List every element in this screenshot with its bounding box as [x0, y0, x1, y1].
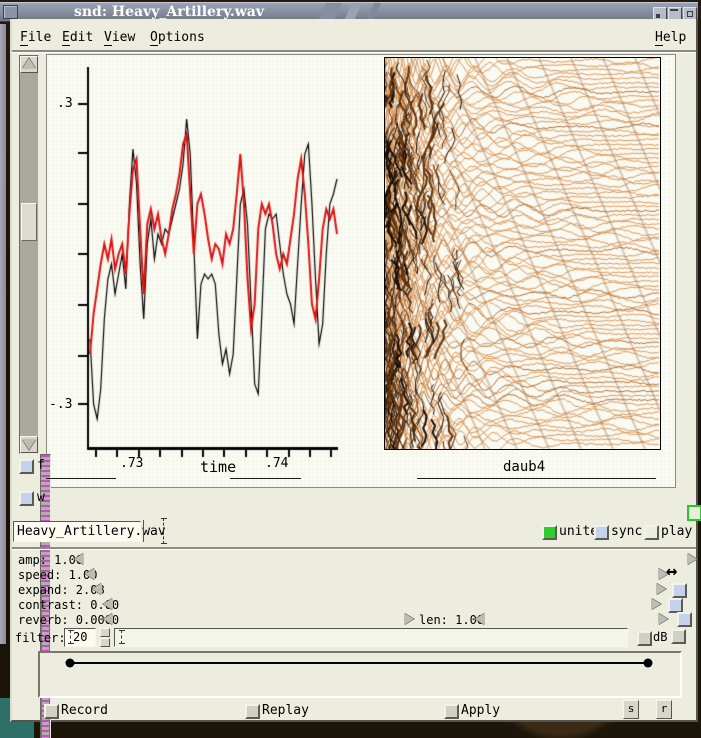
sync-label: sync: [611, 524, 642, 539]
y-tick-label-top: .3: [57, 96, 73, 111]
f-label: f: [37, 458, 45, 473]
filter-order-field[interactable]: 20: [64, 628, 96, 647]
x-axis-label: time: [200, 458, 236, 476]
vertical-scrollbar[interactable]: [19, 55, 39, 454]
menu-help[interactable]: Help: [655, 30, 686, 45]
filter-label: filter:: [15, 631, 66, 645]
apply-label: Apply: [461, 703, 500, 718]
record-label: Record: [61, 703, 108, 718]
contrast-left-arrow[interactable]: [103, 598, 113, 610]
sync-checkbox[interactable]: [594, 525, 609, 540]
amp-left-arrow[interactable]: [74, 553, 84, 565]
speed-left-arrow[interactable]: [85, 568, 95, 580]
restore-button[interactable]: r: [656, 700, 672, 719]
contrast-right-arrow[interactable]: [651, 598, 661, 610]
stop-button[interactable]: s: [623, 700, 639, 719]
reverb-left-arrow[interactable]: [103, 613, 113, 625]
apply-checkbox[interactable]: [444, 704, 459, 719]
text-cursor: [121, 630, 124, 644]
envelope-line[interactable]: [40, 653, 676, 692]
waveform-graph[interactable]: [46, 54, 378, 486]
menubar: File Edit View Options Help: [12, 24, 696, 49]
menu-edit[interactable]: Edit: [62, 30, 93, 45]
background-window-edge: [0, 24, 6, 644]
desktop: snd: Heavy_Artillery.wav File Edit View …: [0, 0, 701, 738]
filter-order-up-button[interactable]: [100, 628, 110, 637]
row-separator: [12, 547, 696, 550]
down-arrow-icon: [22, 439, 36, 450]
pane-divider[interactable]: [230, 478, 301, 479]
w-checkbox[interactable]: [19, 491, 34, 506]
contrast-checkbox[interactable]: [668, 598, 683, 613]
filter-env-field[interactable]: [114, 628, 628, 647]
menu-file[interactable]: File: [20, 30, 51, 45]
mouse-cursor-hresize-icon: ↔: [666, 560, 677, 582]
sound-name-field: Heavy_Artillery.wav: [13, 521, 141, 542]
wavelet-label: daub4: [503, 459, 545, 475]
reverb-checkbox[interactable]: [677, 612, 692, 627]
window-title: snd: Heavy_Artillery.wav: [74, 4, 264, 20]
x-tick-label-74: .74: [265, 456, 288, 471]
db-label: dB: [653, 630, 667, 644]
up-arrow-icon: [22, 58, 36, 69]
menu-view[interactable]: View: [104, 30, 135, 45]
expand-right-arrow[interactable]: [656, 583, 666, 595]
unite-label: unite: [559, 524, 598, 539]
y-tick-label-bottom: -.3: [49, 397, 72, 412]
x-tick-label-73: .73: [120, 456, 143, 471]
reverb-right-arrow[interactable]: [404, 613, 414, 625]
menubar-separator: [12, 50, 696, 53]
vertical-scroll-thumb[interactable]: [21, 203, 37, 241]
record-checkbox[interactable]: [44, 704, 59, 719]
pane-resize-grip[interactable]: [687, 505, 701, 521]
filter-order-value: 20: [73, 630, 87, 644]
text-cursor: [70, 630, 73, 644]
len-right-arrow[interactable]: [658, 613, 668, 625]
replay-checkbox[interactable]: [245, 704, 260, 719]
window-menu-button[interactable]: [3, 5, 18, 19]
replay-label: Replay: [262, 703, 309, 718]
pane-divider[interactable]: [417, 478, 656, 479]
stop-button-label: s: [628, 702, 635, 715]
pane-divider[interactable]: [46, 478, 116, 479]
expand-left-arrow[interactable]: [92, 583, 102, 595]
filter-order-down-button[interactable]: [100, 638, 110, 647]
db-checkbox[interactable]: [637, 631, 652, 646]
restore-button-label: r: [661, 702, 668, 715]
filter-envelope-editor[interactable]: [38, 651, 682, 698]
expand-checkbox[interactable]: [672, 583, 687, 598]
len-left-arrow[interactable]: [475, 613, 485, 625]
amp-right-arrow[interactable]: [687, 553, 697, 565]
filter-checkbox[interactable]: [671, 629, 686, 644]
scroll-up-button[interactable]: [20, 56, 38, 73]
name-separator: [143, 520, 144, 542]
w-label: w: [37, 490, 45, 505]
wavelet-graph[interactable]: [384, 57, 661, 450]
text-cursor: [163, 518, 166, 544]
play-checkbox[interactable]: [644, 525, 659, 540]
menu-options[interactable]: Options: [150, 30, 205, 45]
play-label: play: [661, 524, 692, 539]
f-checkbox[interactable]: [19, 459, 34, 474]
unite-checkbox[interactable]: [542, 525, 557, 540]
scroll-down-button[interactable]: [20, 436, 38, 453]
